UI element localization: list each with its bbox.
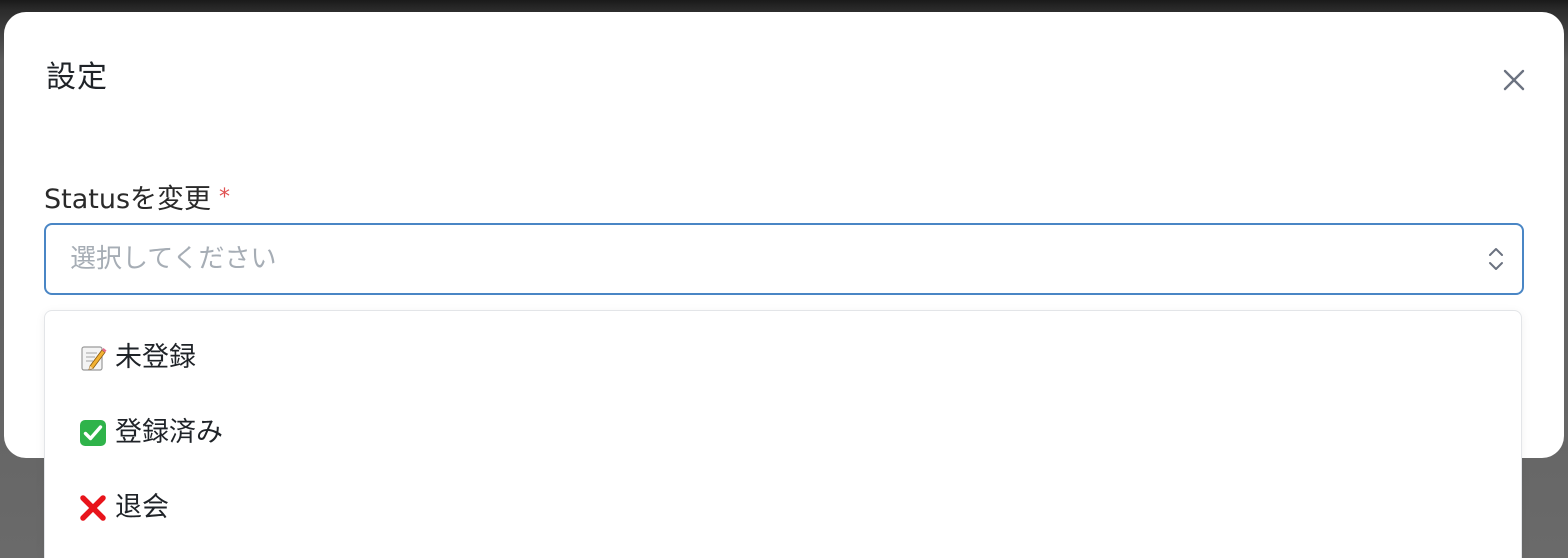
modal-title: 設定: [46, 60, 108, 95]
status-field-label: Statusを変更 *: [44, 180, 230, 218]
option-label: 退会: [115, 492, 169, 523]
cross-mark-icon: [80, 495, 106, 521]
status-label-text: Statusを変更: [44, 184, 212, 215]
check-mark-button-icon: [80, 420, 106, 446]
memo-pencil-icon: [81, 346, 107, 371]
close-icon: [1503, 69, 1525, 91]
option-registered[interactable]: 登録済み: [45, 403, 1521, 463]
option-withdrawn[interactable]: 退会: [45, 478, 1521, 538]
select-placeholder: 選択してください: [70, 244, 277, 274]
required-asterisk: *: [219, 185, 231, 210]
close-button[interactable]: [1498, 64, 1530, 96]
status-dropdown-menu: 未登録 登録済み 退会: [44, 310, 1522, 558]
option-label: 未登録: [115, 342, 196, 373]
option-label: 登録済み: [115, 417, 223, 448]
chevron-up-down-icon: [1489, 248, 1503, 270]
option-unregistered[interactable]: 未登録: [45, 328, 1521, 388]
status-select[interactable]: 選択してください: [44, 223, 1524, 295]
